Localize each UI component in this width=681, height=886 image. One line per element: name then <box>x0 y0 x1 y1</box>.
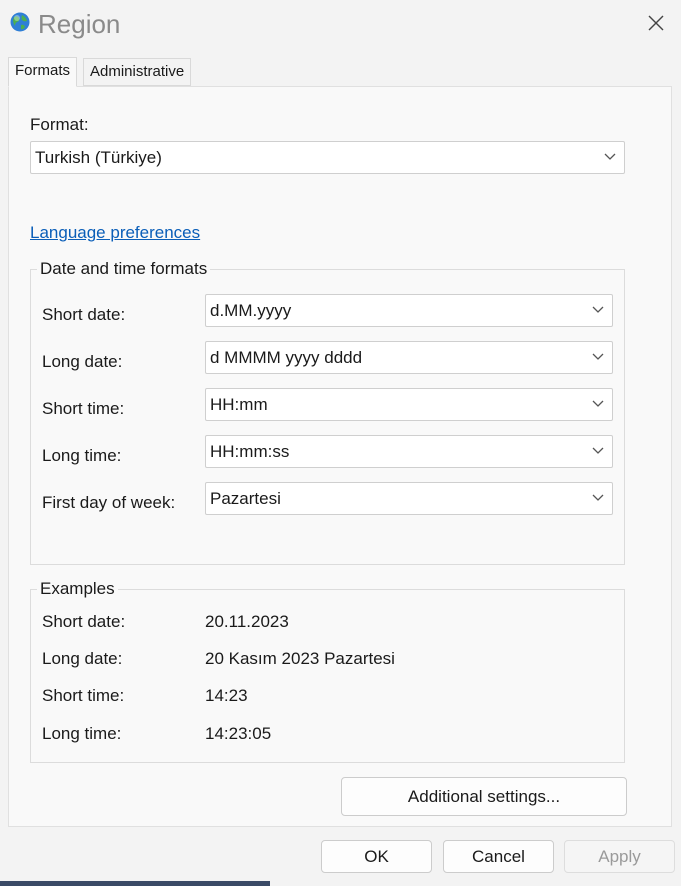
format-dropdown[interactable]: Turkish (Türkiye) <box>30 141 625 174</box>
example-short-time-value: 14:23 <box>205 686 248 705</box>
taskbar-edge <box>0 881 270 886</box>
ok-button[interactable]: OK <box>321 840 432 873</box>
globe-icon <box>10 12 30 32</box>
close-icon[interactable] <box>645 12 667 34</box>
chevron-down-icon <box>592 447 604 454</box>
language-preferences-link[interactable]: Language preferences <box>30 223 200 243</box>
short-date-dropdown[interactable]: d.MM.yyyy <box>205 294 613 327</box>
long-date-dropdown[interactable]: d MMMM yyyy dddd <box>205 341 613 374</box>
short-time-value: HH:mm <box>210 395 268 414</box>
example-short-date-value: 20.11.2023 <box>205 612 289 631</box>
long-time-dropdown[interactable]: HH:mm:ss <box>205 435 613 468</box>
format-value: Turkish (Türkiye) <box>35 148 162 167</box>
chevron-down-icon <box>592 400 604 407</box>
examples-group: Examples Short date: 20.11.2023 Long dat… <box>30 578 625 763</box>
first-day-of-week-value: Pazartesi <box>210 489 281 508</box>
examples-title: Examples <box>37 578 118 600</box>
short-date-value: d.MM.yyyy <box>210 301 292 320</box>
date-time-formats-group: Date and time formats Short date: d.MM.y… <box>30 258 625 565</box>
chevron-down-icon <box>592 353 604 360</box>
apply-button[interactable]: Apply <box>564 840 675 873</box>
long-time-value: HH:mm:ss <box>210 442 290 461</box>
long-date-label: Long date: <box>42 352 123 371</box>
short-date-label: Short date: <box>42 305 126 324</box>
example-short-time-label: Short time: <box>42 686 125 705</box>
chevron-down-icon <box>592 306 604 313</box>
short-time-label: Short time: <box>42 399 125 418</box>
date-time-formats-title: Date and time formats <box>37 258 211 280</box>
additional-settings-button[interactable]: Additional settings... <box>341 777 627 816</box>
example-long-date-label: Long date: <box>42 649 123 668</box>
chevron-down-icon <box>604 153 616 160</box>
tab-administrative[interactable]: Administrative <box>83 58 192 86</box>
example-long-time-label: Long time: <box>42 724 122 743</box>
tab-formats[interactable]: Formats <box>8 57 78 87</box>
example-short-date-label: Short date: <box>42 612 126 631</box>
first-day-of-week-dropdown[interactable]: Pazartesi <box>205 482 613 515</box>
first-day-of-week-label: First day of week: <box>42 493 176 512</box>
formats-panel: Format: Turkish (Türkiye) Language prefe… <box>8 86 672 827</box>
title-bar: Region <box>0 0 681 48</box>
cancel-button[interactable]: Cancel <box>443 840 554 873</box>
example-long-date-value: 20 Kasım 2023 Pazartesi <box>205 649 395 668</box>
short-time-dropdown[interactable]: HH:mm <box>205 388 613 421</box>
long-date-value: d MMMM yyyy dddd <box>210 348 363 367</box>
chevron-down-icon <box>592 494 604 501</box>
format-label: Format: <box>30 115 89 134</box>
example-long-time-value: 14:23:05 <box>205 724 272 743</box>
window-title: Region <box>38 9 121 39</box>
long-time-label: Long time: <box>42 446 122 465</box>
